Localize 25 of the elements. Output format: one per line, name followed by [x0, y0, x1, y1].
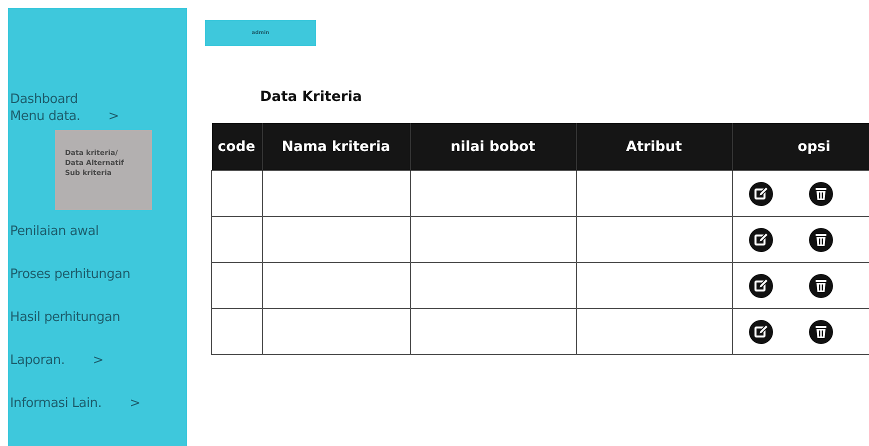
trash-icon[interactable]: [808, 274, 832, 298]
column-header: opsi: [732, 123, 869, 170]
trash-icon[interactable]: [808, 182, 832, 206]
sidebar-menu-item[interactable]: Informasi Lain. >: [8, 396, 187, 411]
table-cell: [212, 262, 262, 308]
table-cell: [212, 308, 262, 354]
column-header: nilai bobot: [410, 123, 576, 170]
edit-icon[interactable]: [748, 320, 772, 344]
table-cell: [212, 170, 262, 216]
trash-icon[interactable]: [808, 228, 832, 252]
table-cell: [212, 216, 262, 262]
column-header: Atribut: [576, 123, 732, 170]
edit-icon[interactable]: [748, 228, 772, 252]
column-header: Nama kriteria: [262, 123, 410, 170]
sidebar-item[interactable]: Dashboard: [8, 92, 187, 107]
column-header: code: [212, 123, 262, 170]
trash-icon[interactable]: [808, 320, 832, 344]
sidebar-menu-item[interactable]: Laporan. >: [8, 353, 187, 368]
edit-icon[interactable]: [748, 274, 772, 298]
sidebar-menu-item[interactable]: Menu data. >: [8, 109, 187, 124]
edit-icon[interactable]: [748, 182, 772, 206]
sidebar-item[interactable]: Penilaian awal: [8, 224, 187, 239]
page-title: Data Kriteria: [260, 89, 362, 105]
sidebar-item[interactable]: Hasil perhitungan: [8, 310, 187, 325]
sidebar-item[interactable]: Proses perhitungan: [8, 267, 187, 282]
